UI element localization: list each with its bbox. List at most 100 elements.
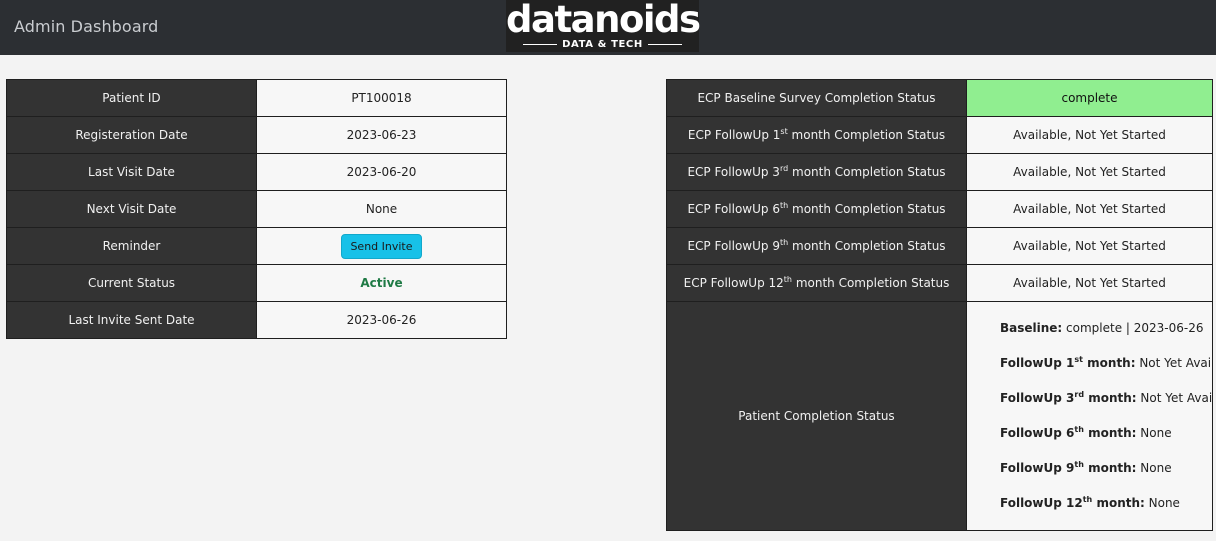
completion-line-label-text: month: (1083, 461, 1137, 475)
table-row: ECP FollowUp 9th month Completion Status… (666, 227, 1213, 265)
patient-info-table: Patient ID PT100018 Registeration Date 2… (6, 79, 507, 339)
followup-3-label: ECP FollowUp 3rd month Completion Status (666, 153, 967, 191)
completion-line-followup-1: FollowUp 1st month: Not Yet Available (1000, 346, 1212, 381)
last-visit-date-label: Last Visit Date (6, 153, 257, 191)
followup-label-text: ECP FollowUp 3 (687, 165, 780, 179)
table-row: Last Visit Date 2023-06-20 (6, 153, 507, 191)
completion-line-value: None (1136, 426, 1172, 440)
ordinal-suffix: th (779, 238, 789, 247)
followup-label-text: ECP FollowUp 1 (687, 128, 781, 142)
table-row: Last Invite Sent Date 2023-06-26 (6, 301, 507, 339)
table-row: ECP FollowUp 6th month Completion Status… (666, 190, 1213, 228)
completion-line-value: complete | 2023-06-26 (1062, 321, 1204, 335)
completion-line-label-text: FollowUp 9 (1000, 461, 1075, 475)
completion-line-label-text: month: (1084, 391, 1137, 405)
completion-line-label: Baseline: (1000, 321, 1063, 335)
status-badge: Active (360, 276, 403, 290)
followup-label-text: month Completion Status (788, 202, 946, 216)
followup-12-label: ECP FollowUp 12th month Completion Statu… (666, 264, 967, 302)
table-row: ECP FollowUp 12th month Completion Statu… (666, 264, 1213, 302)
followup-1-label: ECP FollowUp 1st month Completion Status (666, 116, 967, 154)
table-row: ECP Baseline Survey Completion Status co… (666, 79, 1213, 117)
send-invite-button[interactable]: Send Invite (341, 233, 422, 259)
baseline-survey-status: complete (966, 79, 1213, 117)
reminder-label: Reminder (6, 227, 257, 265)
completion-line-value: Not Yet Available (1140, 391, 1213, 405)
ordinal-suffix: th (1074, 460, 1084, 469)
completion-line-label-text: FollowUp 6 (1000, 426, 1075, 440)
ordinal-suffix: st (780, 127, 788, 136)
table-row: ECP FollowUp 3rd month Completion Status… (666, 153, 1213, 191)
survey-status-table: ECP Baseline Survey Completion Status co… (666, 79, 1213, 531)
ordinal-suffix: rd (1074, 390, 1085, 399)
navbar-brand[interactable]: Admin Dashboard (14, 17, 158, 36)
ordinal-suffix: th (1082, 495, 1093, 504)
followup-label-text: month Completion Status (792, 276, 950, 290)
followup-1-status: Available, Not Yet Started (966, 116, 1213, 154)
ordinal-suffix: th (779, 201, 789, 210)
completion-line-label-text: month: (1083, 426, 1137, 440)
reminder-cell: Send Invite (256, 227, 507, 265)
followup-label-text: ECP FollowUp 9 (687, 239, 780, 253)
registration-date-value: 2023-06-23 (256, 116, 507, 154)
current-status-label: Current Status (6, 264, 257, 302)
followup-9-label: ECP FollowUp 9th month Completion Status (666, 227, 967, 265)
patient-completion-details: Baseline: complete | 2023-06-26 FollowUp… (966, 301, 1213, 531)
patient-id-label: Patient ID (6, 79, 257, 117)
followup-label-text: ECP FollowUp 6 (687, 202, 780, 216)
completion-line-label: FollowUp 6th month: (1000, 425, 1137, 441)
ordinal-suffix: rd (779, 164, 789, 173)
table-row: Reminder Send Invite (6, 227, 507, 265)
baseline-survey-label: ECP Baseline Survey Completion Status (666, 79, 967, 117)
last-invite-sent-value: 2023-06-26 (256, 301, 507, 339)
completion-line-baseline: Baseline: complete | 2023-06-26 (1000, 311, 1212, 346)
followup-6-status: Available, Not Yet Started (966, 190, 1213, 228)
completion-line-label-text: month: (1092, 496, 1145, 510)
registration-date-label: Registeration Date (6, 116, 257, 154)
ordinal-suffix: th (1074, 425, 1084, 434)
logo-divider-left (523, 44, 558, 45)
completion-line-label: FollowUp 1st month: (1000, 355, 1136, 371)
completion-line-followup-12: FollowUp 12th month: None (1000, 486, 1212, 521)
patient-id-value: PT100018 (256, 79, 507, 117)
followup-9-status: Available, Not Yet Started (966, 227, 1213, 265)
table-row: Registeration Date 2023-06-23 (6, 116, 507, 154)
current-status-cell: Active (256, 264, 507, 302)
followup-6-label: ECP FollowUp 6th month Completion Status (666, 190, 967, 228)
completion-line-label: FollowUp 3rd month: (1000, 390, 1137, 406)
followup-label-text: month Completion Status (787, 128, 946, 142)
top-navbar: Admin Dashboard datanoids DATA & TECH (0, 0, 1216, 55)
next-visit-date-value: None (256, 190, 507, 228)
completion-line-value: None (1136, 461, 1172, 475)
table-row: Patient ID PT100018 (6, 79, 507, 117)
last-invite-sent-label: Last Invite Sent Date (6, 301, 257, 339)
table-row: Patient Completion Status Baseline: comp… (666, 301, 1213, 531)
completion-line-value: Not Yet Available (1139, 356, 1212, 370)
table-row: Current Status Active (6, 264, 507, 302)
followup-label-text: month Completion Status (788, 165, 946, 179)
completion-line-followup-6: FollowUp 6th month: None (1000, 416, 1212, 451)
followup-3-status: Available, Not Yet Started (966, 153, 1213, 191)
completion-line-label: FollowUp 9th month: (1000, 460, 1137, 476)
table-row: Next Visit Date None (6, 190, 507, 228)
ordinal-suffix: th (783, 275, 792, 284)
followup-label-text: month Completion Status (788, 239, 946, 253)
followup-12-status: Available, Not Yet Started (966, 264, 1213, 302)
datanoids-logo: datanoids DATA & TECH (506, 0, 701, 52)
table-row: ECP FollowUp 1st month Completion Status… (666, 116, 1213, 154)
patient-completion-label: Patient Completion Status (666, 301, 967, 531)
ordinal-suffix: st (1074, 355, 1083, 364)
completion-line-label-text: FollowUp 12 (1000, 496, 1083, 510)
logo-divider-right (647, 44, 682, 45)
followup-label-text: ECP FollowUp 12 (683, 276, 784, 290)
completion-line-followup-9: FollowUp 9th month: None (1000, 451, 1212, 486)
logo-wordmark: datanoids (506, 0, 701, 41)
last-visit-date-value: 2023-06-20 (256, 153, 507, 191)
completion-line-followup-3: FollowUp 3rd month: Not Yet Available (1000, 381, 1212, 416)
logo-tagline-text: DATA & TECH (562, 39, 643, 50)
completion-line-label-text: month: (1082, 356, 1136, 370)
next-visit-date-label: Next Visit Date (6, 190, 257, 228)
completion-line-value: None (1144, 496, 1180, 510)
completion-line-label-text: FollowUp 1 (1000, 356, 1075, 370)
completion-line-label: FollowUp 12th month: (1000, 495, 1145, 511)
